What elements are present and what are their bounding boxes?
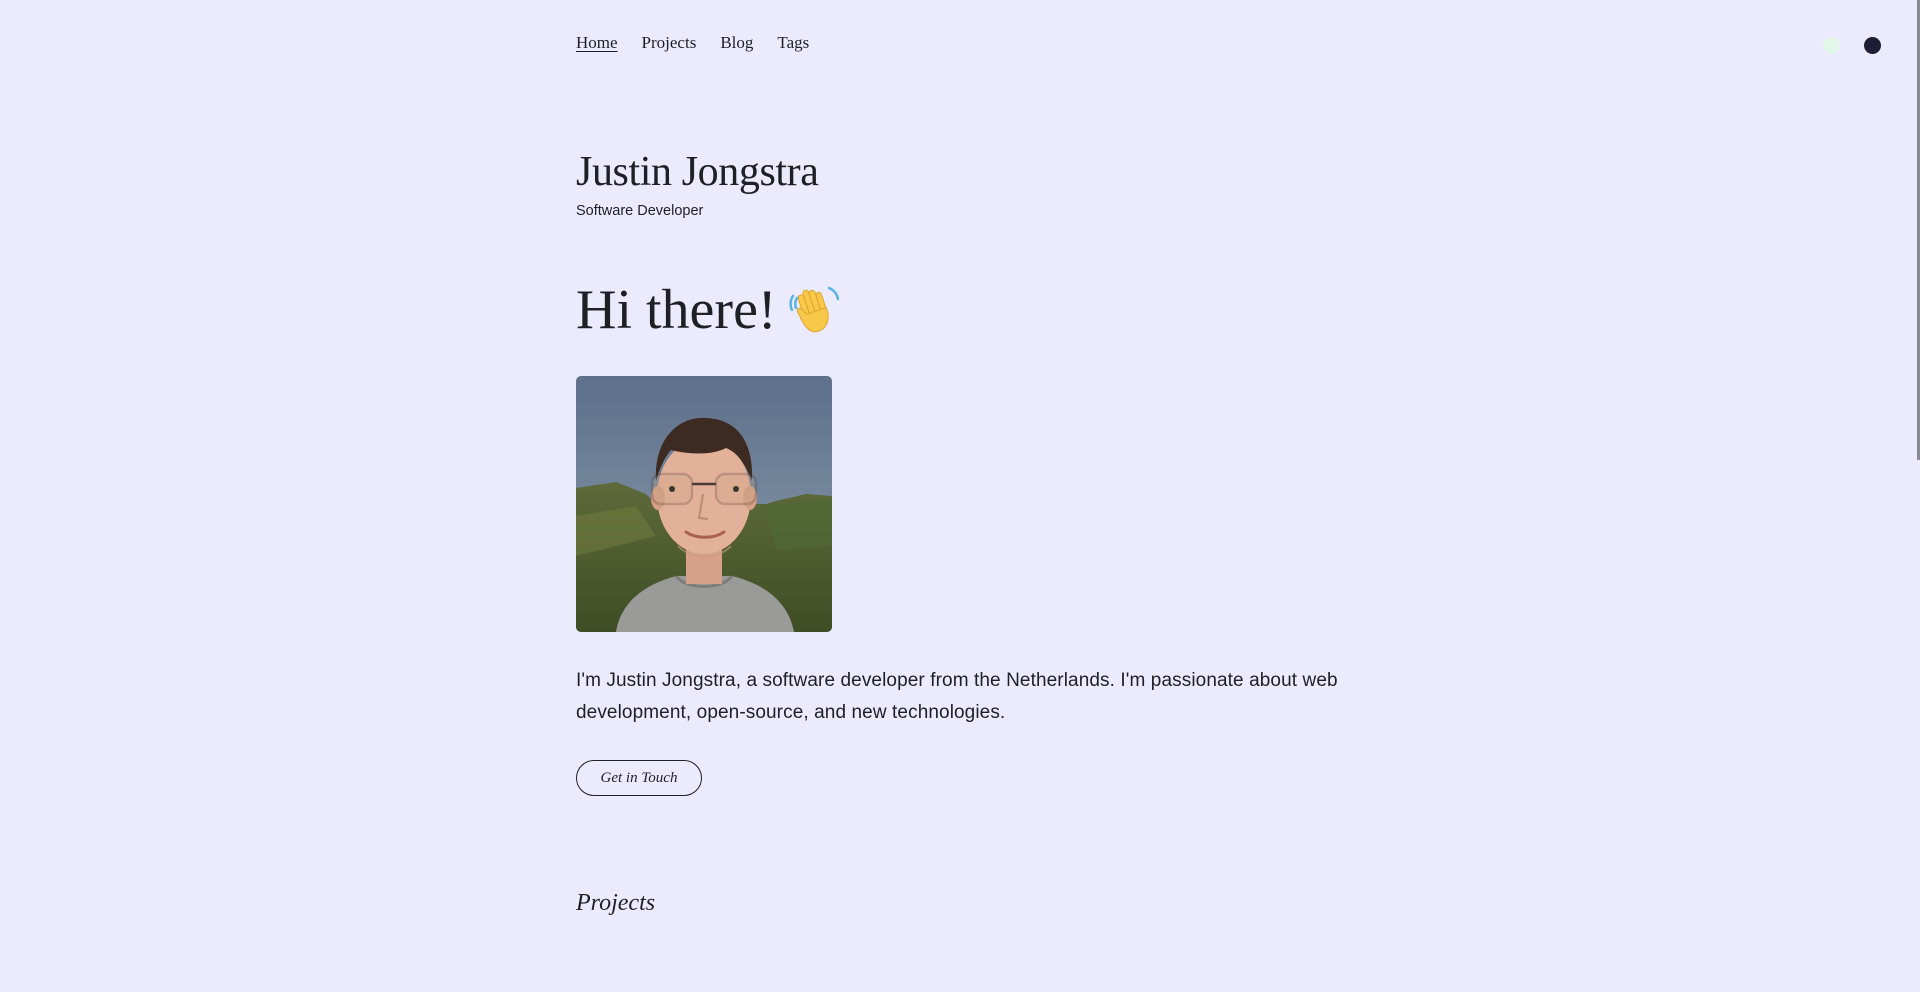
bio-paragraph: I'm Justin Jongstra, a software develope…	[576, 670, 1338, 723]
hero-greeting: Hi there!	[576, 279, 777, 341]
projects-section-title: Projects	[576, 890, 656, 916]
nav-link-blog[interactable]: Blog	[720, 33, 753, 53]
site-title: Justin Jongstra	[576, 149, 819, 195]
get-in-touch-button[interactable]: Get in Touch	[576, 760, 702, 796]
nav-link-home[interactable]: Home	[576, 33, 618, 53]
dark-theme-dot-icon[interactable]	[1864, 37, 1881, 54]
profile-photo	[576, 376, 832, 632]
nav-link-projects[interactable]: Projects	[642, 33, 697, 53]
main-nav: Home Projects Blog Tags	[576, 33, 809, 53]
hero-heading: Hi there!	[576, 278, 841, 342]
light-theme-dot-icon[interactable]	[1823, 37, 1840, 54]
site-subtitle: Software Developer	[576, 203, 704, 219]
nav-link-tags[interactable]: Tags	[777, 33, 809, 53]
waving-hand-icon	[785, 282, 841, 338]
